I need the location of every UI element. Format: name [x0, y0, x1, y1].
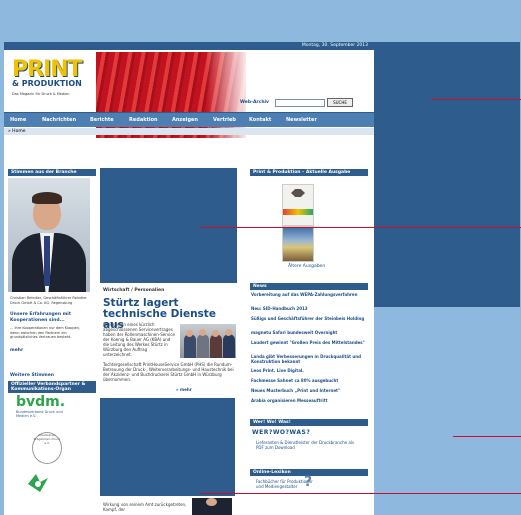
main-navigation: Home Nachrichten Berichte Redaktion Anze… — [4, 112, 374, 127]
search-button[interactable]: SUCHE — [327, 98, 353, 107]
news-item[interactable]: Neu: SID-Handbuch 2013 — [251, 306, 367, 311]
annotation-line-1 — [431, 99, 521, 100]
photo-head-4 — [225, 329, 232, 336]
portrait-caption: Christian Reindler, Geschäftsführer Rein… — [10, 296, 87, 305]
news-item[interactable]: Fachmesse Sahnet ca 80% ausgebucht — [251, 378, 367, 383]
portrait-photo — [8, 178, 90, 292]
logo-produktion: & PRODUKTION — [12, 79, 82, 88]
photo-person-2 — [197, 334, 209, 358]
placeholder-block-bottom — [100, 398, 235, 496]
next-article-teaser: Wirkung von seinem Amt zurückgetreten, K… — [103, 502, 187, 512]
wer-wo-was-logo[interactable]: WER?WO?WAS? — [252, 429, 310, 436]
portrait-tie — [44, 236, 50, 286]
magazine-cover-current[interactable] — [282, 184, 314, 226]
aktuelle-ausgabe-heading: Print & Produktion – Aktuelle Ausgabe — [250, 169, 368, 176]
search-input[interactable] — [275, 99, 325, 107]
photo-person-3 — [210, 334, 222, 358]
association-seal[interactable]: Arbeitskreis Prägefolien Druck e.V. — [32, 432, 62, 464]
stimmen-heading: Stimmen aus der Branche — [8, 169, 96, 176]
nav-item-vertrieb[interactable]: Vertrieb — [213, 113, 236, 127]
bvdm-subtitle: Bundesverband Druck und Medien e.V. — [16, 410, 63, 418]
breadcrumb-home[interactable]: » Home — [4, 129, 25, 134]
nav-item-newsletter[interactable]: Newsletter — [286, 113, 317, 127]
news-item[interactable]: Vorbereitung auf das WEPA-Zahlungsverfah… — [251, 292, 367, 297]
photo-head-1 — [186, 330, 193, 337]
news-item[interactable]: Leos Print. Live Digital. — [251, 368, 367, 373]
news-item[interactable]: Süßigs und Geschäftsführer der Steinbeis… — [251, 316, 367, 321]
older-issues-link[interactable]: Ältere Ausgaben — [288, 264, 325, 269]
search-label: Web-Archiv — [240, 100, 269, 105]
site-logo[interactable]: PRINT & PRODUKTION Das Magazin für Druck… — [12, 57, 92, 97]
article-photo — [180, 324, 236, 358]
logo-print: PRINT — [12, 57, 83, 82]
cover-moth-icon — [291, 189, 305, 197]
question-mark-icon: ? — [304, 474, 313, 490]
quote-teaser[interactable]: Unsere Erfahrungen mit Kooperationen sin… — [10, 312, 94, 324]
article-section: Wirtschaft / Personalien — [103, 288, 165, 293]
article-more-link[interactable]: » mehr — [176, 387, 192, 392]
nav-item-anzeigen[interactable]: Anzeigen — [172, 113, 198, 127]
photo-head-2 — [199, 329, 206, 336]
nav-item-kontakt[interactable]: Kontakt — [249, 113, 271, 127]
annotation-line-4 — [200, 493, 521, 494]
bvdm-logo[interactable]: bvdm. Bundesverband Druck und Medien e.V… — [16, 394, 76, 418]
logo-tagline: Das Magazin für Druck & Medien — [12, 92, 70, 96]
weitere-stimmen-link[interactable]: Weitere Stimmen — [10, 373, 54, 379]
quote-more-link[interactable]: mehr — [10, 348, 23, 354]
photo-person-4 — [223, 334, 235, 358]
current-date: Montag, 30. September 2013 — [301, 43, 368, 48]
portrait-hair — [32, 192, 62, 204]
date-bar: Montag, 30. September 2013 — [4, 42, 374, 50]
seal-text: Arbeitskreis Prägefolien Druck e.V. — [33, 433, 61, 445]
annotation-line-2 — [200, 227, 521, 228]
website-page: Montag, 30. September 2013 PRINT & PRODU… — [4, 42, 374, 515]
nav-item-redaktion[interactable]: Redaktion — [129, 113, 158, 127]
verbandspartner-heading: Offizieller Verbandspartner & Kommunikat… — [8, 381, 96, 393]
next-article-photo — [192, 498, 232, 515]
quote-body: ... Ihre Kooperationen nur dem Klappen, … — [10, 326, 81, 340]
annotation-line-3 — [453, 436, 521, 437]
news-item[interactable]: Landa gibt Verbesserungen in Druckqualit… — [251, 354, 367, 364]
news-item[interactable]: Arabia organisieren Messeauftritt — [251, 398, 367, 403]
wer-wo-was-text[interactable]: Lieferanten & Dienstleister der Druckbra… — [256, 440, 356, 450]
next-article-head — [206, 498, 217, 506]
news-item[interactable]: Neues Musterbuch „Print und Internet" — [251, 388, 367, 393]
article-body-1: Im Rahmen eines kürzlich abgeschlossenen… — [103, 322, 176, 357]
magazine-cover-detail[interactable] — [282, 226, 314, 262]
cover-color-band — [283, 209, 313, 215]
web-archive-search: Web-Archiv SUCHE — [240, 98, 370, 108]
photo-person-1 — [184, 334, 196, 358]
wer-wo-was-heading: Wer! Wo! Was! — [250, 419, 368, 426]
placeholder-block-top — [100, 168, 237, 283]
nav-item-berichte[interactable]: Berichte — [90, 113, 114, 127]
news-item[interactable]: Laudert gewinnt "Großen Preis des Mittel… — [251, 340, 367, 345]
placeholder-panel-light — [374, 307, 520, 515]
green-partner-logo-icon[interactable] — [26, 472, 50, 494]
news-heading: News — [250, 283, 368, 290]
bvdm-wordmark: bvdm. — [16, 394, 66, 410]
placeholder-panel-dark — [374, 42, 520, 307]
photo-head-3 — [212, 330, 219, 337]
nav-item-home[interactable]: Home — [10, 113, 26, 127]
news-item[interactable]: magnetu Safari bundesweit Overnight — [251, 330, 367, 335]
breadcrumb: » Home — [4, 128, 374, 135]
nav-item-nachrichten[interactable]: Nachrichten — [42, 113, 76, 127]
article-body-2: Tochtergesellschaft PrintHouseService Gm… — [103, 362, 234, 382]
